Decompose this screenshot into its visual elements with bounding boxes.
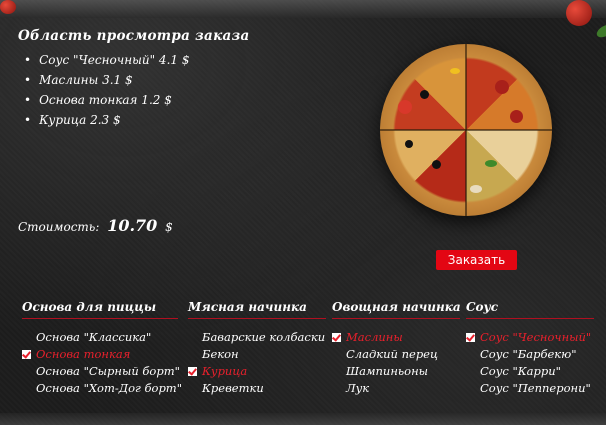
crust-column: Основа для пиццы Основа "Классика" Основа …: [22, 300, 182, 397]
order-item: Соус "Чесночный" 4.1 $: [24, 50, 189, 70]
ingredient-label: Бекон: [202, 347, 239, 361]
tomato-decoration: [566, 0, 592, 26]
cost-currency: $: [165, 220, 173, 234]
ingredient-label: Лук: [346, 381, 370, 395]
bottom-photo-strip: [0, 413, 606, 425]
ingredient-option[interactable]: Основа тонкая: [22, 346, 178, 363]
ingredient-option[interactable]: Основа "Классика": [22, 329, 178, 346]
order-item: Курица 2.3 $: [24, 110, 189, 130]
ingredient-option[interactable]: Соус "Карри": [466, 363, 594, 380]
ingredient-option[interactable]: Основа "Хот-Дог борт": [22, 380, 182, 397]
ingredient-option[interactable]: Лук: [332, 380, 460, 397]
ingredient-label: Шампиньоны: [346, 364, 429, 378]
topping-basil: [485, 160, 497, 167]
ingredient-label: Соус "Барбекю": [480, 347, 577, 361]
ingredient-option[interactable]: Бекон: [188, 346, 326, 363]
ingredient-option[interactable]: Сладкий перец: [332, 346, 460, 363]
ingredient-option[interactable]: Соус "Чесночный": [466, 329, 594, 346]
basil-leaf-decoration: [594, 22, 606, 40]
cost-label: Стоимость:: [18, 220, 100, 234]
ingredient-label: Основа "Классика": [36, 330, 152, 344]
topping-pepperoni: [495, 80, 509, 94]
ingredient-option[interactable]: Маслины: [332, 329, 460, 346]
ingredient-label: Основа "Сырный борт": [36, 364, 180, 378]
column-title: Соус: [466, 300, 594, 319]
sauce-column: Соус Соус "Чесночный" Соус "Барбекю" Соус "…: [466, 300, 594, 397]
ingredient-option[interactable]: Основа "Сырный борт": [22, 363, 180, 380]
ingredient-label: Соус "Пепперони": [480, 381, 591, 395]
cost-value: 10.70: [107, 216, 158, 235]
order-cost: Стоимость: 10.70 $: [18, 216, 173, 235]
order-items-list: Соус "Чесночный" 4.1 $ Маслины 3.1 $ Осн…: [24, 50, 189, 130]
checkbox-icon[interactable]: [188, 367, 197, 376]
top-photo-strip: [0, 0, 606, 18]
meat-column: Мясная начинка Баварские колбаски Бекон Кур…: [188, 300, 326, 397]
ingredient-option[interactable]: Соус "Пепперони": [466, 380, 594, 397]
checkbox-icon[interactable]: [466, 333, 475, 342]
ingredient-option[interactable]: Шампиньоны: [332, 363, 460, 380]
order-item: Маслины 3.1 $: [24, 70, 189, 90]
vegetable-column: Овощная начинка Маслины Сладкий перец Шампи…: [332, 300, 461, 397]
topping-tomato: [398, 100, 412, 114]
column-title: Основа для пиццы: [22, 300, 178, 319]
ingredient-option[interactable]: Креветки: [188, 380, 326, 397]
order-item: Основа тонкая 1.2 $: [24, 90, 189, 110]
ingredient-option[interactable]: Курица: [188, 363, 326, 380]
topping-mushroom: [470, 185, 482, 193]
pizza-slice-line: [380, 129, 552, 131]
topping-olive: [432, 160, 441, 169]
ingredient-label: Соус "Карри": [480, 364, 561, 378]
ingredient-label: Основа тонкая: [36, 347, 131, 361]
checkbox-icon[interactable]: [332, 333, 341, 342]
ingredient-label: Сладкий перец: [346, 347, 439, 361]
ingredient-label: Баварские колбаски: [202, 330, 326, 344]
checkbox-icon[interactable]: [22, 350, 31, 359]
order-button[interactable]: Заказать: [436, 250, 517, 270]
topping-pepperoni: [510, 110, 523, 123]
ingredient-option[interactable]: Баварские колбаски: [188, 329, 326, 346]
topping-pepper: [450, 68, 460, 74]
order-preview-title: Область просмотра заказа: [18, 28, 250, 44]
ingredient-label: Маслины: [346, 330, 403, 344]
ingredient-option[interactable]: Соус "Барбекю": [466, 346, 594, 363]
topping-olive: [420, 90, 429, 99]
ingredient-label: Курица: [202, 364, 248, 378]
ingredient-label: Креветки: [202, 381, 264, 395]
column-title: Мясная начинка: [188, 300, 326, 319]
column-title: Овощная начинка: [332, 300, 461, 319]
ingredient-label: Основа "Хот-Дог борт": [36, 381, 183, 395]
tomato-decoration: [0, 0, 16, 14]
ingredient-label: Соус "Чесночный": [480, 330, 592, 344]
topping-olive: [405, 140, 413, 148]
